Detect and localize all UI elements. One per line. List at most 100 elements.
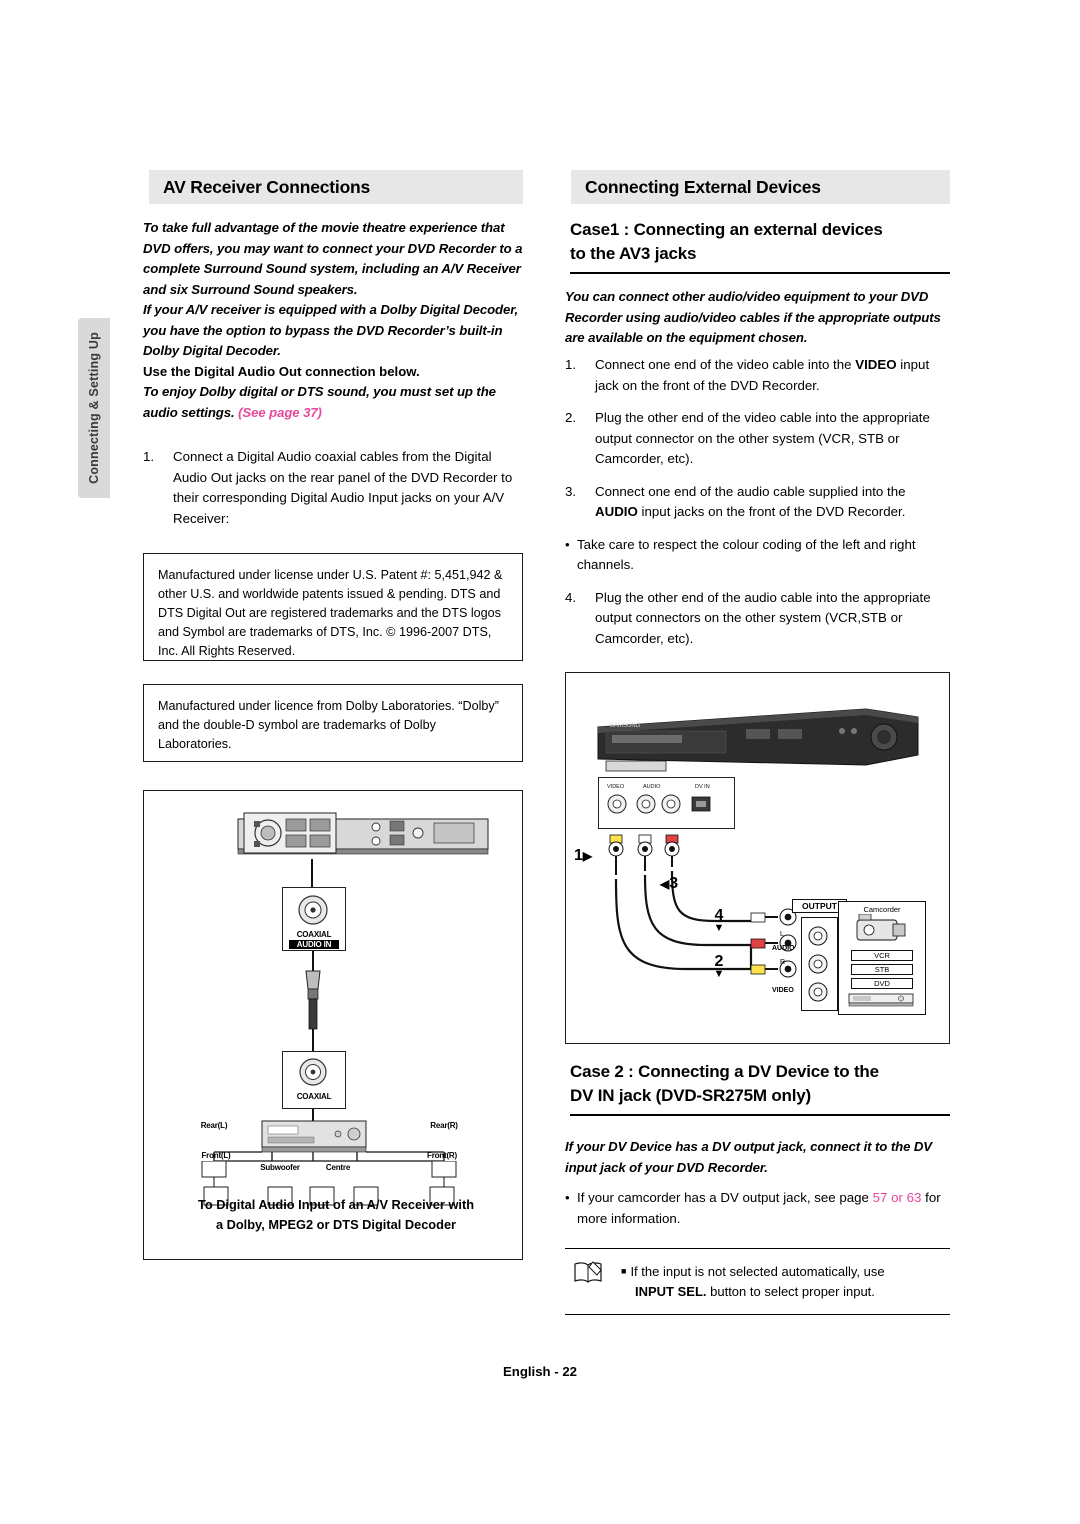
list-text: Connect a Digital Audio coaxial cables f… [173,449,513,526]
note-text: ■ If the input is not selected automatica… [565,1261,950,1302]
audio-lr-r: R [780,959,786,966]
left-intro-4-link[interactable]: (See page 37) [238,405,322,420]
left-intro-block: To take full advantage of the movie thea… [143,218,523,423]
header-bar-right [565,170,571,204]
list-text-bold: VIDEO [855,357,897,372]
dts-license-box: Manufactured under license under U.S. Pa… [143,553,523,661]
left-section-title: AV Receiver Connections [163,176,371,197]
front-jack-panel: VIDEO AUDIO DV IN [598,777,735,829]
list-text: Connect one end of the video cable into … [595,357,929,393]
speaker-label-rear-l: Rear(L) [200,1121,228,1130]
case2-title-line1: Case 2 : Connecting a DV Device to the [570,1062,879,1081]
header-bar [143,170,149,204]
right-section-header: Connecting External Devices [565,170,950,204]
list-number: 4. [565,589,577,605]
note-line-1: If the input is not selected automatical… [630,1264,885,1279]
list-item: 4. Plug the other end of the audio cable… [565,588,950,650]
callout-3-number: 3 [669,875,679,892]
case1-bullet: Take care to respect the colour coding o… [565,535,950,576]
list-item: 1. Connect a Digital Audio coaxial cable… [143,447,525,529]
list-text: Connect one end of the audio cable suppl… [595,484,906,520]
case2-title: Case 2 : Connecting a DV Device to the D… [570,1060,950,1116]
left-intro-3: Use the Digital Audio Out connection bel… [143,363,420,379]
note-square-icon: ■ [621,1266,627,1276]
note-pencil-icon [574,1261,602,1283]
av-receiver-diagram: COAXIAL AUDIO IN COAXIAL Rear(L) Rear(R)… [143,790,523,1260]
list-text: Plug the other end of the audio cable in… [595,589,931,646]
speaker-label-front-r: Front(R) [427,1151,457,1160]
recorder-front-graphic: SAMSUNG [597,708,919,772]
speaker-label-rear-r: Rear(R) [430,1121,458,1130]
left-intro-2: If your A/V receiver is equipped with a … [143,302,519,358]
dolby-license-box: Manufactured under licence from Dolby La… [143,684,523,762]
callout-1-number: 1 [574,847,583,864]
coaxial-jack-graphic-2 [299,1058,327,1086]
left-step-1: 1. Connect a Digital Audio coaxial cable… [143,447,525,541]
list-text-pre: Connect one end of the video cable into … [595,357,856,372]
video-group-label: VIDEO [772,987,794,994]
speaker-label-front-l: Front(L) [201,1151,231,1160]
note-box: ■ If the input is not selected automatica… [565,1248,950,1315]
left-intro-4: To enjoy Dolby digital or DTS sound, you… [143,382,523,423]
list-item: 1. Connect one end of the video cable in… [565,355,950,396]
note-bold-text: INPUT SEL. [635,1284,707,1299]
case1-steps: 1. Connect one end of the video cable in… [565,355,950,661]
case2-title-line2: DV IN jack (DVD-SR275M only) [570,1086,811,1105]
list-text-pre: Connect one end of the audio cable suppl… [595,483,906,499]
callout-1: 1▶ [574,847,593,864]
dolby-license-text: Manufactured under licence from Dolby La… [158,699,499,751]
list-text-post: input jacks on the front of the DVD Reco… [637,504,906,519]
dts-license-text: Manufactured under license under U.S. Pa… [158,568,503,658]
list-number: 1. [143,449,155,464]
svg-text:SAMSUNG: SAMSUNG [610,723,641,729]
output-jack-column [801,917,838,1011]
left-intro-1: To take full advantage of the movie thea… [143,220,523,297]
coaxial-output-jack: COAXIAL [282,1051,346,1109]
svg-text:DV IN: DV IN [695,784,710,790]
list-text-bold: AUDIO [595,504,638,519]
callout-2: 2 ▼ [710,953,728,980]
output-jacks-graphic [808,926,828,1002]
callout-4: 4 ▼ [710,907,728,934]
audio-lr-l: L [780,931,784,938]
device-stack-graphic [848,993,914,1007]
case2-bullet-pre: If your camcorder has a DV output jack, … [577,1190,873,1205]
right-section-title: Connecting External Devices [585,176,821,197]
side-tab-label: Connecting & Setting Up [87,332,101,484]
callout-3: ◀3 [660,875,679,892]
page-footer: English - 22 [502,1364,577,1379]
coaxial-label-bottom: COAXIAL [296,1092,332,1101]
device-camcorder-label: Camcorder [863,905,901,914]
case2-bullet: If your camcorder has a DV output jack, … [565,1188,962,1229]
svg-text:AUDIO: AUDIO [643,784,661,790]
case1-intro: You can connect other audio/video equipm… [565,289,941,345]
note-line-2: button to select proper input. [706,1284,875,1299]
device-stb: STB [851,964,913,975]
diagram-caption-line1: To Digital Audio Input of an A/V Receive… [197,1197,475,1212]
case1-title: Case1 : Connecting an external devices t… [570,218,950,274]
list-number: 3. [565,483,577,499]
case1-title-line2: to the AV3 jacks [570,244,697,263]
left-section-header: AV Receiver Connections [143,170,523,204]
side-tab: Connecting & Setting Up [78,318,110,498]
speaker-label-centre: Centre [325,1163,351,1172]
diagram-caption: To Digital Audio Input of an A/V Receive… [166,1195,506,1235]
audio-group-label: AUDIO [772,945,795,952]
diagram-caption-line2: a Dolby, MPEG2 or DTS Digital Decoder [215,1217,457,1232]
list-text: Plug the other end of the video cable in… [595,410,930,466]
case2-intro: If your DV Device has a DV output jack, … [565,1139,932,1175]
speaker-label-subwoofer: Subwoofer [260,1163,300,1172]
camcorder-graphic [856,914,906,941]
front-jacks-graphic: VIDEO AUDIO DV IN [607,784,711,814]
list-item: 2. Plug the other end of the video cable… [565,408,950,470]
external-device-diagram: SAMSUNG VIDEO AUDIO DV IN 1▶ ◀3 4 ▼ 2 ▼ … [565,672,950,1044]
manual-page: Connecting & Setting Up AV Receiver Conn… [0,0,1080,1524]
device-vcr: VCR [851,950,913,961]
case1-title-line1: Case1 : Connecting an external devices [570,220,883,239]
case2-bullet-link[interactable]: 57 or 63 [873,1190,922,1205]
device-list-panel: Camcorder VCR STB DVD [838,901,926,1015]
list-number: 1. [565,357,577,372]
svg-text:VIDEO: VIDEO [607,784,625,790]
list-number: 2. [565,410,577,425]
list-item: 3. Connect one end of the audio cable su… [565,482,950,523]
